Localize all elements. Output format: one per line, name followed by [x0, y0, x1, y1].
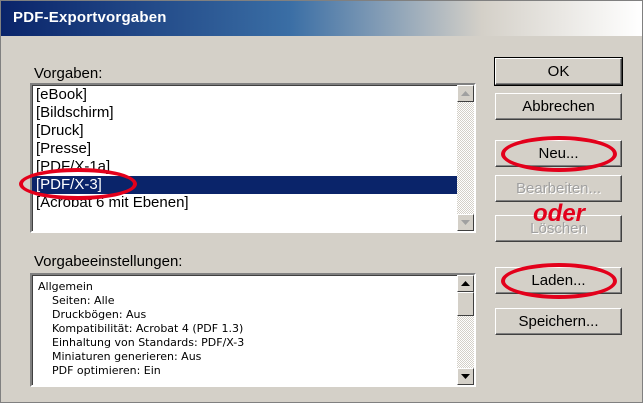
- preset-item-druck[interactable]: [Druck]: [32, 122, 457, 140]
- preset-item-acrobat6-ebenen[interactable]: [Acrobat 6 mit Ebenen]: [32, 194, 457, 212]
- preset-item-pdfx1a[interactable]: [PDF/X-1a]: [32, 158, 457, 176]
- window-title: PDF-Exportvorgaben: [13, 9, 167, 26]
- oder-annotation: oder: [533, 200, 586, 227]
- preset-settings-box[interactable]: Allgemein Seiten: Alle Druckbögen: Aus K…: [30, 273, 476, 387]
- scroll-thumb[interactable]: [457, 292, 474, 316]
- cancel-button[interactable]: Abbrechen: [495, 93, 622, 120]
- settings-line: Druckbögen: Aus: [52, 308, 147, 321]
- settings-line: PDF optimieren: Ein: [52, 364, 161, 377]
- preset-item-bildschirm[interactable]: [Bildschirm]: [32, 104, 457, 122]
- arrow-up-icon: [461, 91, 470, 96]
- arrow-up-icon: [461, 281, 470, 286]
- edit-button[interactable]: Bearbeiten...: [495, 175, 622, 202]
- settings-line: Seiten: Alle: [52, 294, 115, 307]
- load-button[interactable]: Laden...: [495, 267, 622, 294]
- save-button[interactable]: Speichern...: [495, 308, 622, 335]
- settings-line: Miniaturen generieren: Aus: [52, 350, 202, 363]
- preset-settings-label: Vorgabeeinstellungen:: [34, 253, 183, 270]
- settings-scrollbar[interactable]: [457, 275, 474, 385]
- presets-label: Vorgaben:: [34, 65, 103, 82]
- preset-item-presse[interactable]: [Presse]: [32, 140, 457, 158]
- arrow-down-icon: [461, 374, 470, 379]
- scroll-up-button[interactable]: [457, 275, 474, 292]
- settings-section-general: Allgemein: [38, 280, 93, 293]
- preset-item-ebook[interactable]: [eBook]: [32, 86, 457, 104]
- presets-list[interactable]: [eBook] [Bildschirm] [Druck] [Presse] [P…: [30, 83, 476, 233]
- presets-list-items: [eBook] [Bildschirm] [Druck] [Presse] [P…: [32, 86, 457, 231]
- preset-item-pdfx3[interactable]: [PDF/X-3]: [32, 176, 457, 194]
- settings-line: Einhaltung von Standards: PDF/X-3: [52, 336, 245, 349]
- pdf-export-presets-dialog: PDF-Exportvorgaben Vorgaben: [eBook] [Bi…: [0, 0, 643, 403]
- scroll-down-button[interactable]: [457, 214, 474, 231]
- title-bar: PDF-Exportvorgaben: [1, 1, 642, 36]
- presets-scrollbar[interactable]: [457, 85, 474, 231]
- settings-line: Kompatibilität: Acrobat 4 (PDF 1.3): [52, 322, 244, 335]
- scroll-up-button[interactable]: [457, 85, 474, 102]
- ok-button[interactable]: OK: [494, 57, 623, 86]
- scroll-down-button[interactable]: [457, 368, 474, 385]
- preset-settings-content: Allgemein Seiten: Alle Druckbögen: Aus K…: [32, 275, 457, 385]
- arrow-down-icon: [461, 220, 470, 225]
- new-button[interactable]: Neu...: [495, 140, 622, 167]
